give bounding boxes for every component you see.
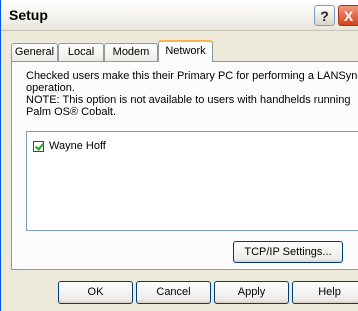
description-line: NOTE: This option is not available to us… — [26, 94, 351, 106]
setup-dialog: Setup ? X General Local Modem Network Ch… — [0, 0, 358, 311]
tab-general[interactable]: General — [11, 43, 58, 61]
user-list[interactable]: Wayne Hoff — [26, 131, 358, 231]
tab-modem[interactable]: Modem — [104, 43, 158, 61]
tcp-ip-settings-button[interactable]: TCP/IP Settings... — [233, 241, 343, 263]
ok-button[interactable]: OK — [58, 281, 133, 304]
network-tab-panel: Checked users make this their Primary PC… — [11, 61, 358, 270]
description-line: Checked users make this their Primary PC… — [26, 70, 358, 82]
network-description: Checked users make this their Primary PC… — [26, 70, 358, 118]
close-icon[interactable]: X — [338, 5, 358, 26]
user-name: Wayne Hoff — [49, 140, 106, 152]
description-line: Palm OS® Cobalt. — [26, 106, 117, 118]
tab-local[interactable]: Local — [58, 43, 104, 61]
window-title: Setup — [9, 7, 48, 23]
cancel-button[interactable]: Cancel — [136, 281, 211, 304]
help-icon[interactable]: ? — [314, 5, 335, 26]
title-bar[interactable]: Setup ? X — [1, 0, 358, 31]
help-button[interactable]: Help — [292, 281, 358, 304]
tab-network[interactable]: Network — [158, 40, 213, 62]
apply-button[interactable]: Apply — [214, 281, 289, 304]
user-checkbox[interactable] — [33, 140, 44, 152]
description-line: operation. — [26, 82, 75, 94]
dialog-button-bar: OK Cancel Apply Help — [1, 270, 358, 311]
list-item[interactable]: Wayne Hoff — [33, 139, 106, 153]
